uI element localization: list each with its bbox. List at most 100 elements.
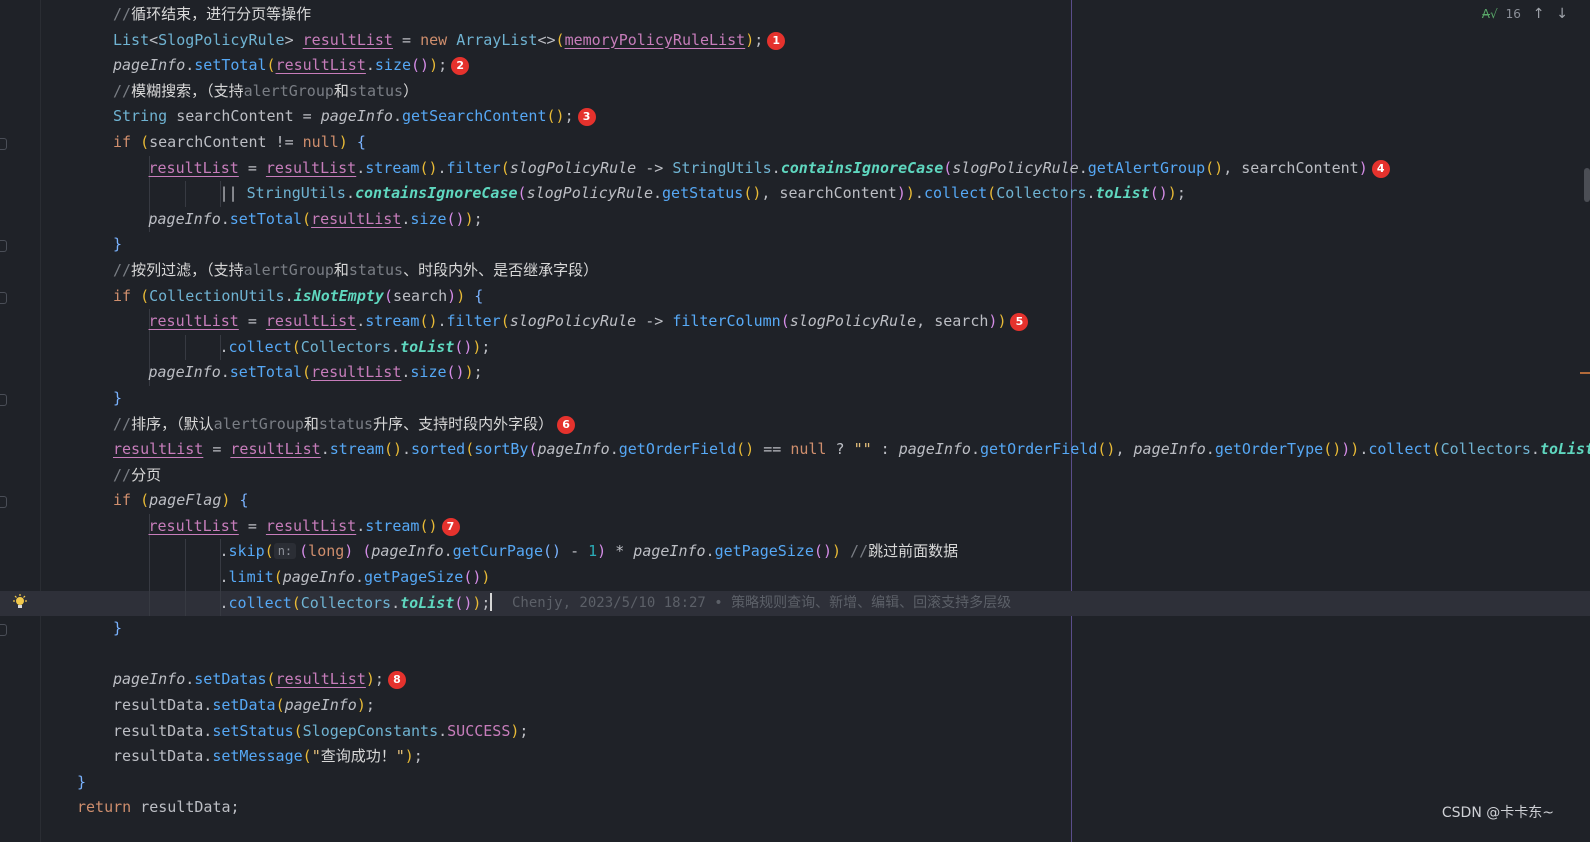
code-line[interactable]: resultData.setMessage("查询成功！");	[0, 744, 1590, 770]
code-line[interactable]: //循环结束，进行分页等操作	[0, 2, 1590, 28]
code-text[interactable]: //分页	[113, 463, 161, 489]
code-line[interactable]: //排序，（默认alertGroup和status升序、支持时段内外字段） 6	[0, 412, 1590, 438]
inspection-icon[interactable]: A̶√	[1482, 7, 1498, 21]
code-text[interactable]: }	[113, 232, 122, 258]
code-text[interactable]: .collect(Collectors.toList());	[220, 335, 491, 361]
code-text[interactable]: if (searchContent != null) {	[113, 130, 366, 156]
code-text[interactable]: resultList = resultList.stream().filter(…	[149, 156, 1368, 182]
code-token: (	[555, 30, 565, 49]
code-token: sorted	[411, 440, 466, 459]
code-line[interactable]: .collect(Collectors.toList()); Chenjy, 20…	[0, 590, 1590, 617]
code-text[interactable]: //按列过滤，（支持alertGroup和status、时段内外、是否继承字段）	[113, 258, 598, 284]
code-lines[interactable]: //循环结束，进行分页等操作 List<SlogPolicyRule> resul…	[0, 2, 1590, 821]
code-line[interactable]: pageInfo.setTotal(resultList.size());	[0, 206, 1590, 233]
inspection-count[interactable]: 16	[1506, 7, 1521, 21]
code-text[interactable]: if (pageFlag) {	[113, 488, 248, 514]
code-line[interactable]: if (CollectionUtils.isNotEmpty(search)) …	[0, 284, 1590, 310]
code-token: containsIgnoreCase	[780, 158, 944, 177]
code-line[interactable]: pageInfo.setTotal(resultList.size()); 2	[0, 53, 1590, 79]
code-text[interactable]: }	[113, 616, 122, 642]
code-line[interactable]: || StringUtils.containsIgnoreCase(slogPo…	[0, 181, 1590, 207]
previous-highlight-icon[interactable]: ↑	[1533, 6, 1545, 22]
next-highlight-icon[interactable]: ↓	[1556, 6, 1568, 22]
code-text[interactable]: //循环结束，进行分页等操作	[113, 2, 311, 28]
code-text[interactable]: || StringUtils.containsIgnoreCase(slogPo…	[220, 181, 1186, 207]
code-token: )	[597, 542, 607, 561]
code-text[interactable]: //模糊搜索，（支持alertGroup和status）	[113, 79, 418, 105]
code-line[interactable]: resultList = resultList.stream().filter(…	[0, 155, 1590, 182]
code-token: return	[77, 798, 141, 817]
code-text[interactable]: resultList = resultList.stream()	[149, 514, 438, 540]
inspection-widget[interactable]: A̶√ 16 ↑ ↓	[1474, 6, 1568, 24]
code-line[interactable]: if (searchContent != null) {	[0, 130, 1590, 156]
code-text[interactable]: return resultData;	[77, 795, 240, 821]
code-text[interactable]: .collect(Collectors.toList());	[220, 591, 493, 617]
code-line[interactable]: resultList = resultList.stream().filter(…	[0, 309, 1590, 335]
code-token: //	[113, 5, 132, 23]
code-line[interactable]: resultData.setData(pageInfo);	[0, 693, 1590, 719]
code-line[interactable]: //分页	[0, 463, 1590, 489]
code-text[interactable]: resultData.setData(pageInfo);	[113, 693, 375, 719]
code-token: resultList	[265, 516, 357, 535]
code-token: (	[266, 56, 276, 75]
code-token: skip	[228, 542, 265, 561]
code-line[interactable]: return resultData;	[0, 795, 1590, 821]
code-line[interactable]: resultList = resultList.stream() 7	[0, 513, 1590, 540]
code-line[interactable]: }	[0, 616, 1590, 642]
code-line[interactable]: }	[0, 232, 1590, 258]
code-line[interactable]: .skip(n: (long) (pageInfo.getCurPage() - …	[0, 539, 1590, 566]
code-line[interactable]: }	[0, 386, 1590, 412]
code-line[interactable]	[0, 642, 1590, 668]
lightbulb-icon[interactable]	[12, 594, 28, 610]
code-text[interactable]: resultData.setMessage("查询成功！");	[113, 744, 423, 770]
code-text[interactable]: }	[77, 770, 86, 796]
git-blame-annotation[interactable]: Chenjy, 2023/5/10 18:27 • 策略规则查询、新增、编辑、回…	[512, 591, 1011, 617]
code-text[interactable]: }	[113, 386, 122, 412]
code-text[interactable]: pageInfo.setTotal(resultList.size());	[113, 53, 447, 79]
code-token: <	[149, 30, 159, 49]
code-line[interactable]: }	[0, 770, 1590, 796]
code-token: size	[410, 209, 447, 228]
code-text[interactable]: pageInfo.setTotal(resultList.size());	[149, 360, 483, 386]
code-token: resultList	[148, 158, 239, 177]
code-text[interactable]: //排序，（默认alertGroup和status升序、支持时段内外字段）	[113, 412, 553, 438]
code-text[interactable]: resultList = resultList.stream().sorted(…	[113, 437, 1590, 463]
code-editor[interactable]: //循环结束，进行分页等操作 List<SlogPolicyRule> resul…	[0, 0, 1590, 842]
code-text[interactable]: .skip(n: (long) (pageInfo.getCurPage() - …	[220, 539, 959, 565]
code-line[interactable]: //按列过滤，（支持alertGroup和status、时段内外、是否继承字段）	[0, 258, 1590, 284]
code-line[interactable]: pageInfo.setTotal(resultList.size());	[0, 360, 1590, 386]
vertical-scrollbar-thumb[interactable]	[1584, 168, 1590, 202]
code-line[interactable]: List<SlogPolicyRule> resultList = new Ar…	[0, 28, 1590, 54]
code-token: .	[345, 184, 355, 203]
code-token: getSearchContent	[402, 107, 547, 126]
code-token: 排序，（默认	[131, 414, 214, 433]
code-text[interactable]: resultList = resultList.stream().filter(…	[149, 309, 1007, 335]
code-token: .	[356, 516, 366, 535]
code-line[interactable]: .limit(pageInfo.getPageSize())	[0, 565, 1590, 591]
scrollbar-marker[interactable]	[1580, 372, 1590, 374]
code-token: searchContent !=	[149, 132, 303, 151]
code-token: StringUtils	[246, 184, 346, 203]
code-text[interactable]: pageInfo.setTotal(resultList.size());	[149, 207, 483, 233]
code-text[interactable]: if (CollectionUtils.isNotEmpty(search)) …	[113, 284, 483, 310]
code-token: getStatus	[662, 184, 744, 203]
code-token: ()	[546, 107, 565, 126]
code-token: getCurPage	[452, 542, 543, 561]
code-text[interactable]: pageInfo.setDatas(resultList);	[113, 667, 384, 693]
code-text[interactable]: resultData.setStatus(SlogepConstants.SUC…	[113, 719, 528, 745]
code-token: getOrderField	[618, 440, 737, 459]
code-line[interactable]: pageInfo.setDatas(resultList); 8	[0, 667, 1590, 693]
code-line[interactable]: .collect(Collectors.toList());	[0, 334, 1590, 361]
indent-guide	[184, 334, 186, 361]
code-line[interactable]: if (pageFlag) {	[0, 488, 1590, 514]
code-text[interactable]: List<SlogPolicyRule> resultList = new Ar…	[113, 28, 763, 54]
code-token: null	[302, 132, 339, 151]
code-line[interactable]: resultData.setStatus(SlogepConstants.SUC…	[0, 719, 1590, 745]
code-line[interactable]: //模糊搜索，（支持alertGroup和status）	[0, 79, 1590, 105]
code-line[interactable]: String searchContent = pageInfo.getSearc…	[0, 104, 1590, 130]
code-line[interactable]: resultList = resultList.stream().sorted(…	[0, 437, 1590, 463]
code-text[interactable]: .limit(pageInfo.getPageSize())	[220, 565, 491, 591]
code-token: ()	[463, 568, 482, 587]
code-text[interactable]: String searchContent = pageInfo.getSearc…	[113, 104, 574, 130]
code-token: =	[203, 440, 231, 459]
